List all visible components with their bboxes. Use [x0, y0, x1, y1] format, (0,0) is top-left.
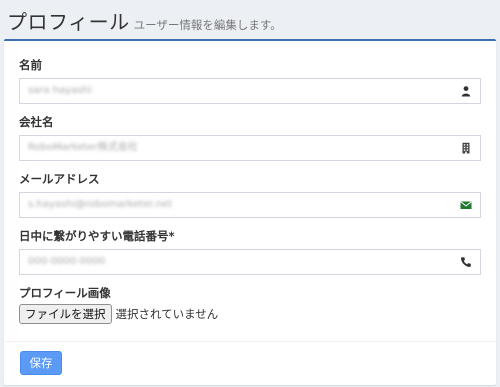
- company-field: 会社名 RoboMarketer株式会社: [19, 115, 481, 161]
- choose-file-button[interactable]: ファイルを選択: [19, 304, 112, 324]
- phone-value: 000-0000-0000: [28, 256, 106, 267]
- phone-label: 日中に繋がりやすい電話番号*: [19, 229, 175, 243]
- company-value: RoboMarketer株式会社: [28, 142, 138, 153]
- envelope-icon: [460, 201, 472, 209]
- building-icon: [462, 142, 470, 154]
- save-button[interactable]: 保存: [20, 351, 62, 375]
- email-input[interactable]: s.hayashi@robomarketer.net: [19, 192, 481, 218]
- company-input[interactable]: RoboMarketer株式会社: [19, 135, 481, 161]
- page-subtitle: ユーザー情報を編集します。: [133, 18, 282, 32]
- file-input: ファイルを選択 選択されていません: [19, 304, 218, 324]
- phone-icon: [461, 257, 471, 267]
- profile-form-card: 名前 sara hayashi 会社名 RoboMarketer株式会社 メール…: [4, 39, 496, 385]
- name-value: sara hayashi: [28, 85, 92, 96]
- name-label: 名前: [19, 58, 42, 72]
- page-header: プロフィール ユーザー情報を編集します。: [7, 6, 282, 34]
- phone-field: 日中に繋がりやすい電話番号* 000-0000-0000: [19, 229, 481, 275]
- company-label: 会社名: [19, 115, 54, 129]
- profile-image-label: プロフィール画像: [19, 286, 111, 300]
- name-input[interactable]: sara hayashi: [19, 78, 481, 104]
- email-label: メールアドレス: [19, 172, 100, 186]
- email-value: s.hayashi@robomarketer.net: [28, 199, 173, 210]
- phone-input[interactable]: 000-0000-0000: [19, 249, 481, 275]
- email-field: メールアドレス s.hayashi@robomarketer.net: [19, 172, 481, 218]
- page-title: プロフィール: [7, 10, 130, 34]
- profile-image-field: プロフィール画像 ファイルを選択 選択されていません: [19, 286, 481, 324]
- footer-divider: [4, 341, 496, 342]
- file-status: 選択されていません: [115, 307, 219, 321]
- user-icon: [461, 86, 471, 97]
- name-field: 名前 sara hayashi: [19, 58, 481, 104]
